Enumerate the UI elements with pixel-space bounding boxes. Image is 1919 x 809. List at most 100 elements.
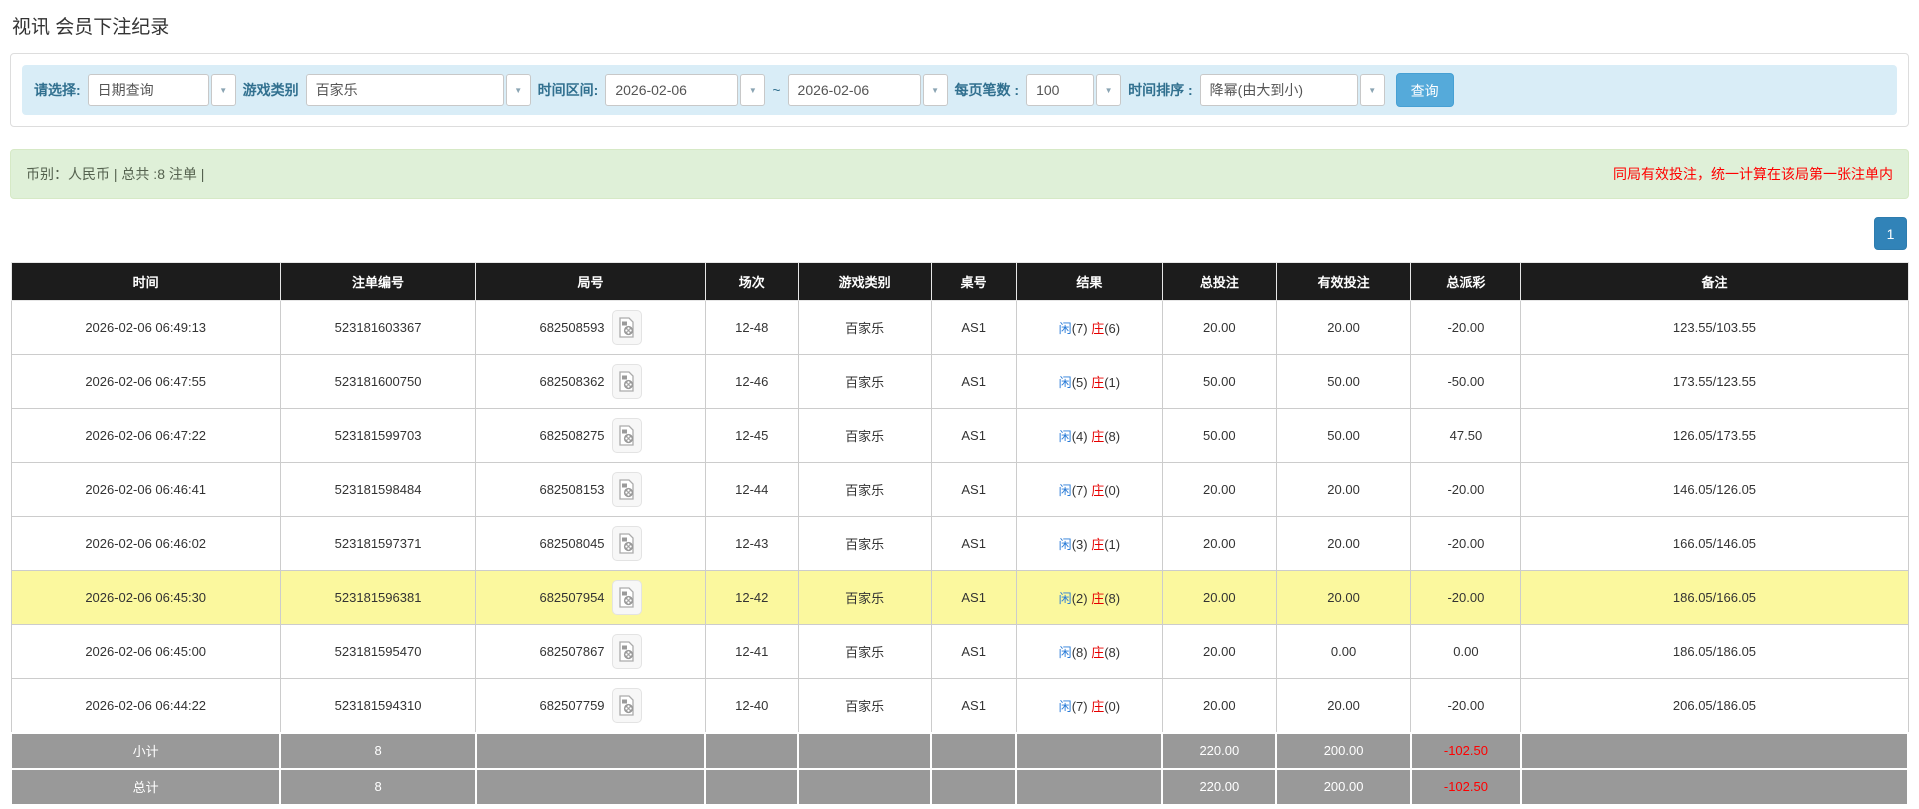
cell-time: 2026-02-06 06:45:00 <box>10 624 281 679</box>
table-row[interactable]: 2026-02-06 06:46:41 523181598484 6825081… <box>10 462 1909 517</box>
page-title: 视讯 会员下注纪录 <box>12 17 170 38</box>
filter-bar: 请选择: 日期查询 ▼ 游戏类别 百家乐 ▼ 时间区间: 2026-02-06 … <box>22 65 1897 115</box>
result-banker-label: 庄 <box>1091 483 1105 498</box>
cell-total-bet: 20.00 <box>1161 300 1277 355</box>
cell-total-bet: 20.00 <box>1161 516 1277 571</box>
cell-time: 2026-02-06 06:47:55 <box>10 354 281 409</box>
cell-order-no: 523181599703 <box>279 408 477 463</box>
video-replay-button[interactable] <box>611 634 642 669</box>
cell-remark: 166.05/146.05 <box>1520 516 1909 571</box>
film-icon <box>619 641 634 662</box>
pagination: 1 <box>10 217 1909 250</box>
date-from-select[interactable]: 2026-02-06 ▼ <box>605 74 766 106</box>
table-row[interactable]: 2026-02-06 06:46:02 523181597371 6825080… <box>10 516 1909 571</box>
result-banker-label: 庄 <box>1091 321 1105 336</box>
film-icon <box>619 587 634 608</box>
time-range-label: 时间区间: <box>537 82 599 98</box>
query-type-select[interactable]: 日期查询 ▼ <box>87 74 236 106</box>
round-number: 682507954 <box>539 590 605 605</box>
cell-round-no: 682508362 <box>475 354 706 409</box>
cell-remark: 123.55/103.55 <box>1520 300 1909 355</box>
chevron-down-icon[interactable]: ▼ <box>740 74 766 106</box>
video-replay-button[interactable] <box>611 526 642 561</box>
cell-order-no: 523181595470 <box>279 624 477 679</box>
film-icon <box>619 533 634 554</box>
result-player-label: 闲 <box>1058 375 1072 390</box>
video-replay-button[interactable] <box>611 687 642 723</box>
cell-table-no: AS1 <box>930 570 1017 625</box>
game-type-select[interactable]: 百家乐 ▼ <box>305 74 531 106</box>
video-replay-button[interactable] <box>611 472 642 507</box>
column-header-table-no: 桌号 <box>930 262 1017 301</box>
result-player-score: (7) <box>1071 321 1088 336</box>
cell-result: 闲(4) 庄(8) <box>1015 408 1163 463</box>
cell-round-no: 682508275 <box>475 408 706 463</box>
summary-valid-bet: 200.00 <box>1275 767 1412 806</box>
chevron-down-icon[interactable]: ▼ <box>922 74 948 106</box>
cell-table-no: AS1 <box>930 462 1017 517</box>
table-row[interactable]: 2026-02-06 06:44:22 523181594310 6825077… <box>10 678 1909 733</box>
sort-label: 时间排序 : <box>1128 82 1193 98</box>
cell-total-bet: 20.00 <box>1161 570 1277 625</box>
video-replay-button[interactable] <box>611 580 642 615</box>
result-banker-score: (6) <box>1104 321 1121 336</box>
result-banker-score: (8) <box>1104 429 1121 444</box>
cell-order-no: 523181597371 <box>279 516 477 571</box>
cell-game-type: 百家乐 <box>797 570 932 625</box>
cell-session: 12-46 <box>704 354 799 409</box>
cell-result: 闲(7) 庄(0) <box>1015 462 1163 517</box>
cell-valid-bet: 20.00 <box>1275 462 1412 517</box>
result-player-label: 闲 <box>1058 645 1072 660</box>
film-icon <box>619 371 634 392</box>
result-banker-score: (8) <box>1104 645 1121 660</box>
round-number: 682507867 <box>539 644 605 659</box>
page-1-button[interactable]: 1 <box>1874 217 1907 250</box>
column-header-time: 时间 <box>10 262 281 301</box>
cell-time: 2026-02-06 06:49:13 <box>10 300 281 355</box>
cell-session: 12-43 <box>704 516 799 571</box>
sort-select[interactable]: 降幂(由大到小) ▼ <box>1199 74 1385 106</box>
query-type-value: 日期查询 <box>87 74 209 106</box>
chevron-down-icon[interactable]: ▼ <box>1096 74 1122 106</box>
result-player-score: (5) <box>1071 375 1088 390</box>
table-body: 2026-02-06 06:49:13 523181603367 6825085… <box>9 300 1910 806</box>
column-header-valid-bet: 有效投注 <box>1275 262 1412 301</box>
bet-records-table: 时间 注单编号 局号 场次 游戏类别 桌号 结果 总投注 有效投注 总派彩 备注… <box>9 262 1910 806</box>
cell-result: 闲(8) 庄(8) <box>1015 624 1163 679</box>
summary-row: 总计 8 220.00 200.00 -102.50 <box>9 767 1910 806</box>
table-row[interactable]: 2026-02-06 06:49:13 523181603367 6825085… <box>10 300 1909 355</box>
sort-value: 降幂(由大到小) <box>1199 74 1358 106</box>
cell-game-type: 百家乐 <box>797 354 932 409</box>
cell-valid-bet: 20.00 <box>1275 300 1412 355</box>
game-type-value: 百家乐 <box>305 74 504 106</box>
video-replay-button[interactable] <box>611 310 642 345</box>
chevron-down-icon[interactable]: ▼ <box>505 74 531 106</box>
result-player-label: 闲 <box>1058 698 1072 714</box>
video-replay-button[interactable] <box>611 364 642 399</box>
table-row[interactable]: 2026-02-06 06:47:55 523181600750 6825083… <box>10 354 1909 409</box>
result-player-label: 闲 <box>1058 321 1072 336</box>
column-header-payout: 总派彩 <box>1410 262 1522 301</box>
cell-game-type: 百家乐 <box>797 408 932 463</box>
cell-session: 12-41 <box>704 624 799 679</box>
search-button[interactable]: 查询 <box>1395 73 1454 107</box>
cell-round-no: 682507867 <box>475 624 706 679</box>
date-to-select[interactable]: 2026-02-06 ▼ <box>787 74 948 106</box>
video-replay-button[interactable] <box>611 418 642 453</box>
cell-time: 2026-02-06 06:45:30 <box>10 570 281 625</box>
table-row[interactable]: 2026-02-06 06:47:22 523181599703 6825082… <box>10 408 1909 463</box>
round-number: 682508362 <box>539 374 605 389</box>
cell-order-no: 523181600750 <box>279 354 477 409</box>
date-from-value: 2026-02-06 <box>605 74 739 106</box>
cell-table-no: AS1 <box>930 678 1017 733</box>
cell-payout: -20.00 <box>1410 516 1522 571</box>
summary-total-bet: 220.00 <box>1161 767 1278 806</box>
page-size-select[interactable]: 100 ▼ <box>1026 74 1122 106</box>
table-row[interactable]: 2026-02-06 06:45:00 523181595470 6825078… <box>10 624 1909 679</box>
chevron-down-icon[interactable]: ▼ <box>210 74 236 106</box>
result-player-score: (8) <box>1071 645 1088 660</box>
summary-label: 小计 <box>9 731 282 770</box>
cell-payout: -20.00 <box>1410 300 1522 355</box>
chevron-down-icon[interactable]: ▼ <box>1359 74 1385 106</box>
table-row[interactable]: 2026-02-06 06:45:30 523181596381 6825079… <box>10 570 1909 625</box>
